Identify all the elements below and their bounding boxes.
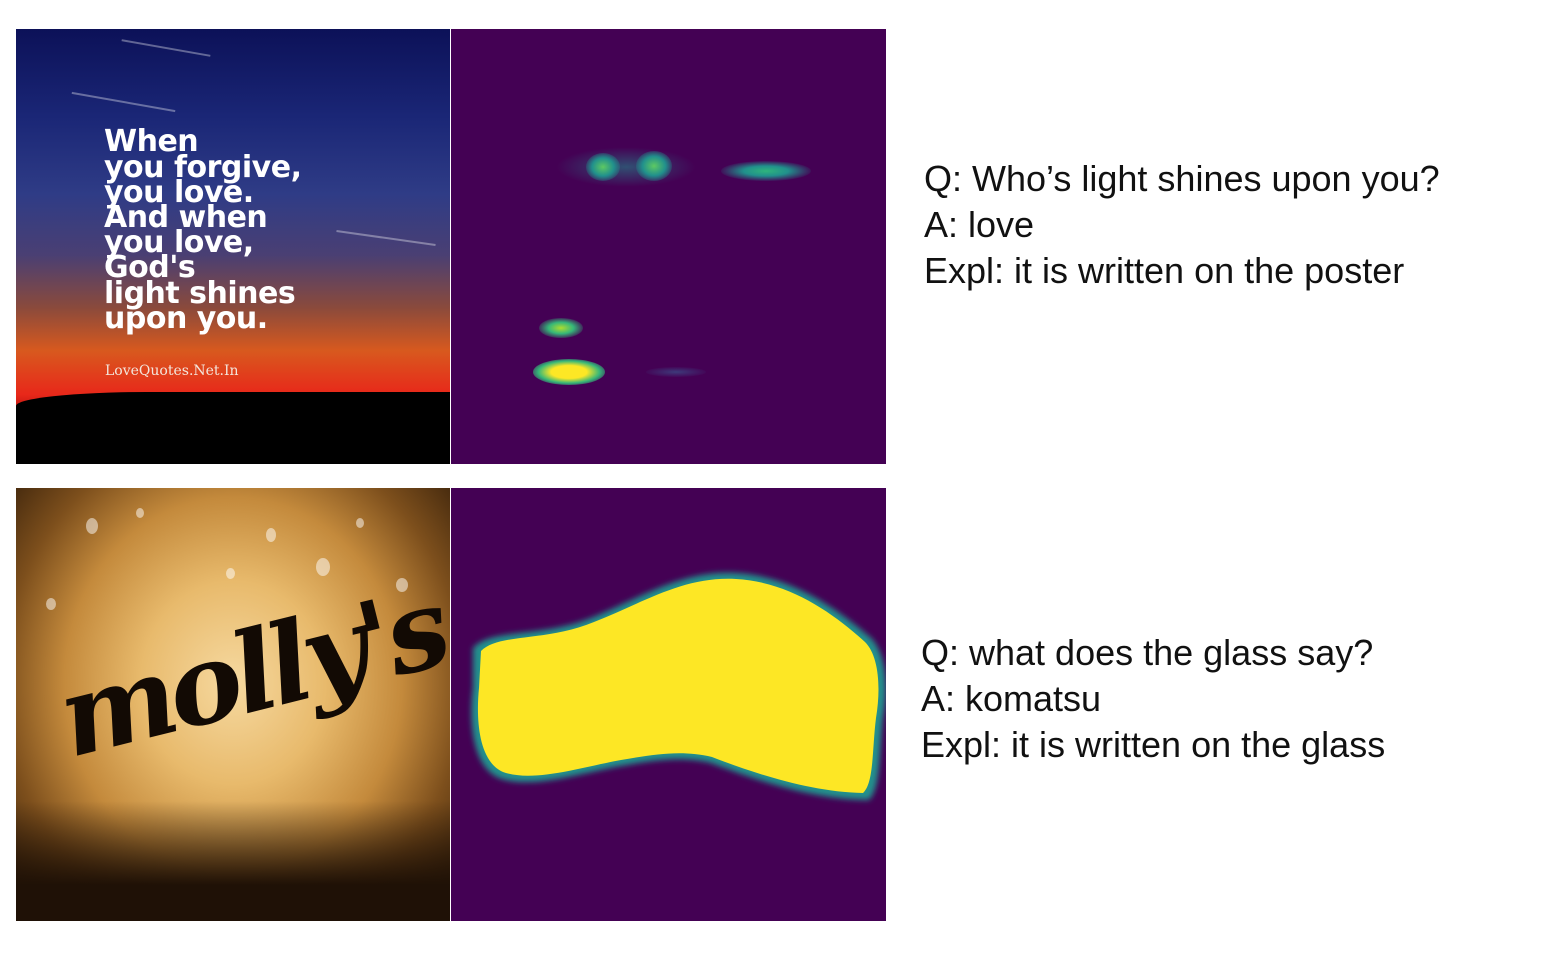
poster-image: When you forgive, you love. And when you… bbox=[16, 29, 450, 464]
answer-text: A: love bbox=[924, 204, 1035, 245]
poster-watermark: LoveQuotes.Net.In bbox=[105, 363, 239, 379]
question-text: Q: Who’s light shines upon you? bbox=[924, 158, 1440, 199]
qa-block-1: Q: Who’s light shines upon you? A: love … bbox=[924, 156, 1440, 294]
poster-horizon bbox=[16, 392, 450, 464]
qa-block-2: Q: what does the glass say? A: komatsu E… bbox=[921, 630, 1385, 768]
glass-logo: molly's bbox=[46, 562, 450, 783]
explanation-text: Expl: it is written on the poster bbox=[924, 250, 1405, 291]
attention-heatmap-glass bbox=[451, 488, 886, 921]
explanation-text: Expl: it is written on the glass bbox=[921, 724, 1386, 765]
poster-quote-line: upon you. bbox=[104, 301, 268, 336]
attention-heatmap-poster bbox=[451, 29, 886, 464]
glass-image: molly's bbox=[16, 488, 450, 921]
question-text: Q: what does the glass say? bbox=[921, 632, 1374, 673]
heatmap-blob bbox=[471, 572, 886, 800]
answer-text: A: komatsu bbox=[921, 678, 1102, 719]
